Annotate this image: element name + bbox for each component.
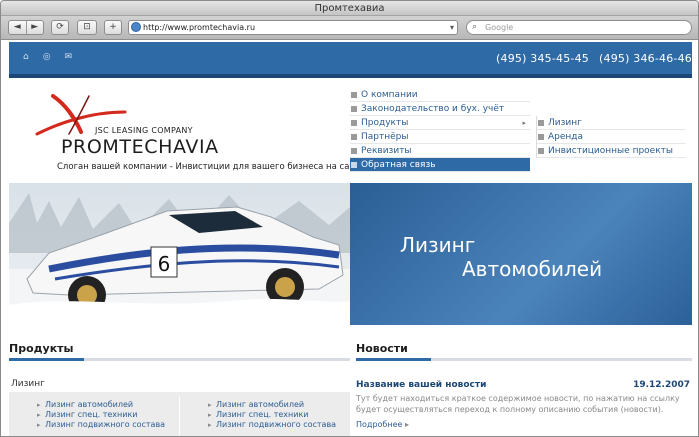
reload-button[interactable]: ⟳ [51,20,69,35]
menu-item-label: Продукты [361,118,409,128]
company-logo[interactable]: JSC LEASING COMPANY PROMTECHAVIA [31,90,241,160]
company-slogan: Слоган вашей компании - Инвистиции для в… [57,162,358,172]
products-column-2: Лизинг автомобилей Лизинг спец. техники … [208,400,336,430]
browser-window: Промтехавиа ◄ ► ⟳ ⊡ + http://www.promtec… [0,0,699,437]
hero-rally-car-photo: 6 [9,183,350,325]
menu-item-label: Обратная связь [361,160,436,170]
chevron-right-icon: ▸ [522,119,526,127]
mail-icon[interactable]: ✉ [65,52,73,62]
product-link[interactable]: Лизинг спец. техники [37,410,165,420]
menu-item-label: Партнёры [361,132,409,142]
products-divider [9,358,350,361]
top-icons: ⌂ ◎ ✉ [23,52,72,62]
news-section: Новости Название вашей новости 19.12.200… [356,342,692,436]
address-bar[interactable]: http://www.promtechavia.ru ▾ [128,20,458,35]
menu-item-partners[interactable]: Партнёры [350,130,530,144]
news-title: Новости [356,342,408,355]
logo-wordmark: PROMTECHAVIA [61,136,219,158]
menu-item-legislation[interactable]: Законодательство и бух. учёт [350,102,530,116]
rally-car-image: 6 [9,183,350,325]
hero-title-line2: Автомобилей [462,257,603,281]
website: ⌂ ◎ ✉ (495) 345-45-45 (495) 346-46-46 JS… [9,42,692,436]
top-band: ⌂ ◎ ✉ (495) 345-45-45 (495) 346-46-46 [9,42,692,78]
main-menu: О компании Законодательство и бух. учёт … [350,88,530,172]
submenu-item-investments[interactable]: Инвистиционные проекты [537,144,686,158]
product-link[interactable]: Лизинг спец. техники [208,410,336,420]
products-section: Продукты Лизинг Лизинг автомобилей Лизин… [9,342,350,436]
history-buttons: ◄ ► [8,20,44,35]
browser-toolbar: ◄ ► ⟳ ⊡ + http://www.promtechavia.ru ▾ ⌕… [1,16,698,40]
news-item-text: Тут будет находиться краткое содержимое … [356,394,680,414]
news-item-date: 19.12.2007 [633,380,690,390]
products-submenu: Лизинг Аренда Инвистиционные проекты [536,116,686,158]
news-item-title[interactable]: Название вашей новости [356,380,486,390]
products-list-box: Лизинг автомобилей Лизинг спец. техники … [9,392,350,436]
product-link[interactable]: Лизинг автомобилей [208,400,336,410]
hero-title-line1: Лизинг [400,233,476,257]
phone-number-2: (495) 346-46-46 [599,52,693,65]
url-text: http://www.promtechavia.ru [143,23,256,32]
car-number: 6 [158,252,171,276]
sitemap-icon[interactable]: ◎ [43,52,51,62]
submenu-item-label: Аренда [548,132,584,142]
hero-banner[interactable]: Лизинг Автомобилей [350,183,692,325]
window-title: Промтехавиа [1,1,698,16]
news-more-label: Подробнее [356,420,403,429]
home-icon[interactable]: ⌂ [23,52,29,62]
submenu-item-leasing[interactable]: Лизинг [537,116,686,130]
forward-button[interactable]: ► [25,21,44,34]
submenu-item-rent[interactable]: Аренда [537,130,686,144]
site-header: JSC LEASING COMPANY PROMTECHAVIA Слоган … [9,82,692,183]
url-dropdown-icon[interactable]: ▾ [450,21,454,34]
products-title: Продукты [9,342,74,355]
logo-tagline: JSC LEASING COMPANY [95,126,193,135]
menu-item-about[interactable]: О компании [350,88,530,102]
menu-item-label: Законодательство и бух. учёт [361,104,505,114]
back-button[interactable]: ◄ [9,21,26,34]
products-column-1: Лизинг автомобилей Лизинг спец. техники … [37,400,165,430]
news-divider [356,358,692,361]
search-field[interactable]: ⌕ Google [466,20,692,35]
products-column-divider [179,396,180,436]
menu-item-products[interactable]: Продукты ▸ [350,116,530,130]
phone-number-1: (495) 345-45-45 [496,52,590,65]
screenshot-button[interactable]: ⊡ [77,20,97,35]
chevron-right-icon: ▸ [404,420,409,429]
product-link[interactable]: Лизинг подвижного состава [37,420,165,430]
menu-item-label: Реквизиты [361,146,412,156]
product-link[interactable]: Лизинг автомобилей [37,400,165,410]
menu-item-label: О компании [361,90,418,100]
menu-item-requisites[interactable]: Реквизиты [350,144,530,158]
search-placeholder: Google [485,23,514,32]
news-more-link[interactable]: Подробнее ▸ [356,420,409,429]
products-subtitle: Лизинг [11,379,45,389]
menu-item-feedback[interactable]: Обратная связь [350,158,530,172]
add-bookmark-button[interactable]: + [104,20,122,35]
product-link[interactable]: Лизинг подвижного состава [208,420,336,430]
search-icon: ⌕ [472,22,478,32]
submenu-item-label: Лизинг [548,118,582,128]
submenu-item-label: Инвистиционные проекты [548,146,673,156]
globe-icon [131,22,141,32]
